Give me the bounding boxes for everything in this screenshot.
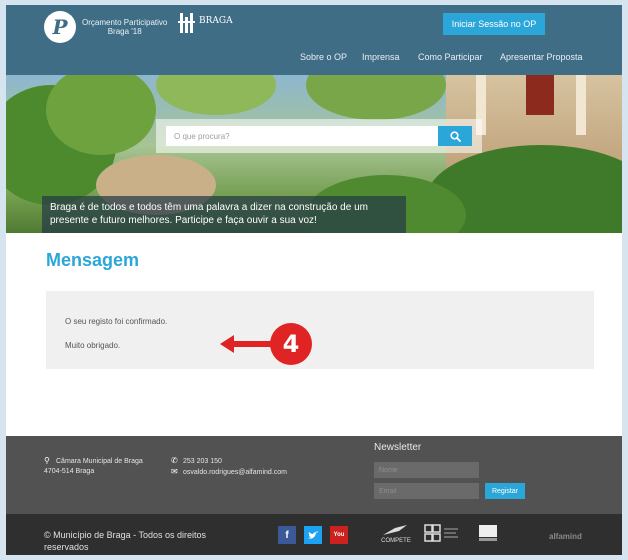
bottom-bar: © Município de Braga - Todos os direitos… <box>6 514 622 555</box>
footer-address-line2: 4704-514 Braga <box>44 468 95 475</box>
main-nav: Sobre o OP Imprensa Como Participar Apre… <box>6 52 622 66</box>
search-bar <box>166 126 472 146</box>
nav-item-como-participar[interactable]: Como Participar <box>418 52 483 62</box>
op-logo-line1: Orçamento Participativo <box>82 18 168 27</box>
newsletter-register-button[interactable]: Registar <box>485 483 525 499</box>
hero-tree <box>156 75 276 115</box>
footer-email[interactable]: osvaldo.rodrigues@alfamind.com <box>183 469 287 476</box>
search-icon <box>449 130 461 142</box>
hero-banner: Braga é de todos e todos têm uma palavra… <box>6 75 622 233</box>
compete-label: COMPETE <box>381 538 411 544</box>
map-pin-icon: ⚲ <box>44 456 50 465</box>
footer-address: ⚲ Câmara Municipal de Braga 4704-514 Brag… <box>44 456 143 477</box>
hero-caption: Braga é de todos e todos têm uma palavra… <box>42 196 406 233</box>
footer-address-line1: Câmara Municipal de Braga <box>56 458 143 465</box>
nav-item-imprensa[interactable]: Imprensa <box>362 52 400 62</box>
eu-flag-icon <box>479 525 497 541</box>
footer-phone: 253 203 150 <box>183 458 222 465</box>
eu-logo <box>476 524 500 544</box>
nav-item-apresentar-proposta[interactable]: Apresentar Proposta <box>500 52 583 62</box>
braga-crest-icon <box>178 11 196 35</box>
youtube-icon[interactable]: You <box>330 526 348 544</box>
step-number-badge: 4 <box>270 323 312 365</box>
copyright-text: © Município de Braga - Todos os direitos… <box>44 530 207 552</box>
qren-logo <box>422 524 462 546</box>
page-title: Mensagem <box>46 250 140 270</box>
footer-contacts: ✆ 253 203 150 ✉ osvaldo.rodrigues@alfamind… <box>171 456 287 478</box>
twitter-icon[interactable] <box>304 526 322 544</box>
message-confirmation: O seu registo foi confirmado. <box>65 317 168 326</box>
search-input[interactable] <box>166 126 438 146</box>
site-footer: ⚲ Câmara Municipal de Braga 4704-514 Brag… <box>6 436 622 514</box>
login-button[interactable]: Iniciar Sessão no OP <box>443 13 545 35</box>
op-logo[interactable]: P Orçamento Participativo Braga '18 <box>44 11 167 43</box>
newsletter-title: Newsletter <box>374 442 422 453</box>
phone-icon: ✆ <box>171 456 178 465</box>
browser-page: P Orçamento Participativo Braga '18 BRAG… <box>6 5 622 555</box>
compete-icon <box>383 525 407 535</box>
search-container <box>156 119 482 153</box>
hero-column <box>576 75 586 135</box>
braga-logo-subtext <box>199 26 233 31</box>
compete-logo: COMPETE <box>378 524 414 544</box>
search-button[interactable] <box>438 126 472 146</box>
braga-logo[interactable]: BRAGA <box>178 11 233 35</box>
nav-item-sobre[interactable]: Sobre o OP <box>300 52 347 62</box>
envelope-icon: ✉ <box>171 467 178 476</box>
hero-building-door <box>526 75 554 115</box>
op-logo-icon: P <box>44 11 76 43</box>
twitter-bird-icon <box>308 530 318 539</box>
arrow-left-icon <box>220 335 274 353</box>
newsletter-name-input[interactable] <box>374 462 479 478</box>
site-header: P Orçamento Participativo Braga '18 BRAG… <box>6 5 622 75</box>
facebook-icon[interactable]: f <box>278 526 296 544</box>
message-thanks: Muito obrigado. <box>65 341 121 350</box>
alfamind-logo[interactable]: alfamind <box>549 532 582 541</box>
qren-icon <box>424 524 458 542</box>
message-box: O seu registo foi confirmado. Muito obri… <box>46 291 594 369</box>
op-logo-text: Orçamento Participativo Braga '18 <box>82 18 167 36</box>
op-logo-line2: Braga '18 <box>107 27 142 36</box>
step-callout: 4 <box>220 323 312 365</box>
hero-tree <box>306 75 446 120</box>
braga-logo-text: BRAGA <box>199 15 233 26</box>
newsletter-email-input[interactable] <box>374 483 479 499</box>
